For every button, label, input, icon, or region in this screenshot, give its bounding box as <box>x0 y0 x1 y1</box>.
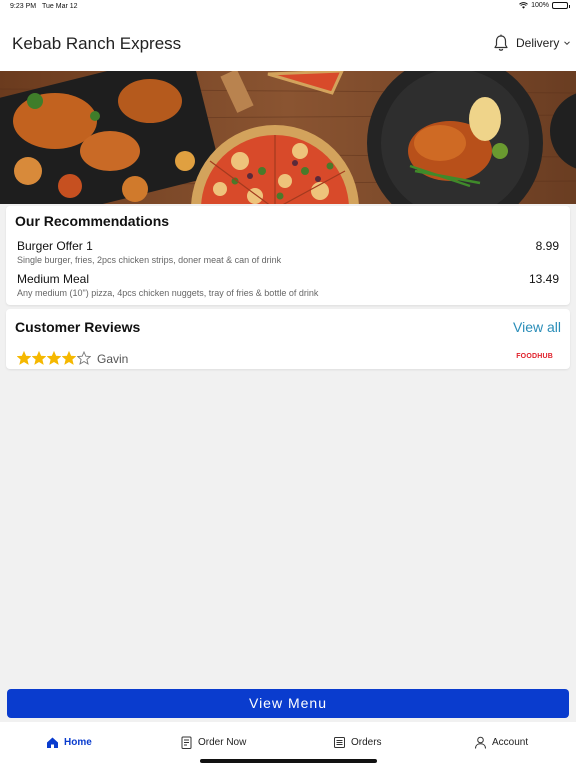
item-name: Medium Meal <box>17 272 90 286</box>
chevron-down-icon <box>564 41 571 46</box>
restaurant-name: Kebab Ranch Express <box>12 34 182 53</box>
orders-list-icon <box>334 737 345 748</box>
battery-percent: 100% <box>531 2 549 9</box>
item-description: Single burger, fries, 2pcs chicken strip… <box>17 255 282 265</box>
recommendations-title: Our Recommendations <box>15 213 170 229</box>
battery-icon <box>552 2 570 9</box>
bell-icon[interactable] <box>493 34 509 52</box>
user-icon <box>475 736 486 749</box>
tab-home[interactable]: Home <box>46 736 92 749</box>
bottom-tab-bar: Home Order Now Orders Account <box>0 722 576 768</box>
review-rating <box>17 351 91 365</box>
view-menu-button[interactable]: View Menu <box>7 689 569 718</box>
status-right: 100% <box>519 2 570 9</box>
star-filled-icon <box>17 351 31 365</box>
order-icon <box>181 736 192 749</box>
foodhub-logo: FOODHUB <box>516 353 553 360</box>
customer-reviews-card: Customer Reviews View all Gavin FOODHUB <box>6 309 570 369</box>
reviews-title: Customer Reviews <box>15 319 141 335</box>
star-filled-icon <box>62 351 76 365</box>
star-filled-icon <box>47 351 61 365</box>
status-bar: 9:23 PM Tue Mar 12 100% <box>0 0 576 14</box>
reviewer-name: Gavin <box>97 352 129 366</box>
item-description: Any medium (10") pizza, 4pcs chicken nug… <box>17 288 319 298</box>
home-icon <box>47 737 58 748</box>
tab-account[interactable]: Account <box>474 736 528 749</box>
delivery-mode-label: Delivery <box>516 36 560 50</box>
wifi-icon <box>519 2 528 9</box>
item-price: 8.99 <box>535 239 559 253</box>
hero-food-image <box>0 71 576 204</box>
tab-orders[interactable]: Orders <box>333 736 382 749</box>
recommendations-card: Our Recommendations Burger Offer 1 Singl… <box>6 206 570 305</box>
tab-label: Order Now <box>198 737 247 748</box>
status-time: 9:23 PM <box>10 3 37 10</box>
recommendation-item[interactable]: Medium Meal Any medium (10") pizza, 4pcs… <box>17 272 559 298</box>
tab-label: Orders <box>351 737 382 748</box>
delivery-mode-dropdown[interactable]: Delivery <box>516 36 571 50</box>
view-all-reviews-link[interactable]: View all <box>513 319 561 335</box>
home-indicator <box>200 759 377 763</box>
tab-order-now[interactable]: Order Now <box>180 736 246 749</box>
star-filled-icon <box>32 351 46 365</box>
recommendation-item[interactable]: Burger Offer 1 Single burger, fries, 2pc… <box>17 239 559 265</box>
star-empty-icon <box>77 351 91 365</box>
status-date: Tue Mar 12 <box>42 3 78 10</box>
item-price: 13.49 <box>528 272 559 286</box>
item-name: Burger Offer 1 <box>17 239 93 253</box>
app-header: Kebab Ranch Express Delivery <box>0 14 576 71</box>
tab-label: Home <box>64 737 92 748</box>
tab-label: Account <box>492 737 529 748</box>
